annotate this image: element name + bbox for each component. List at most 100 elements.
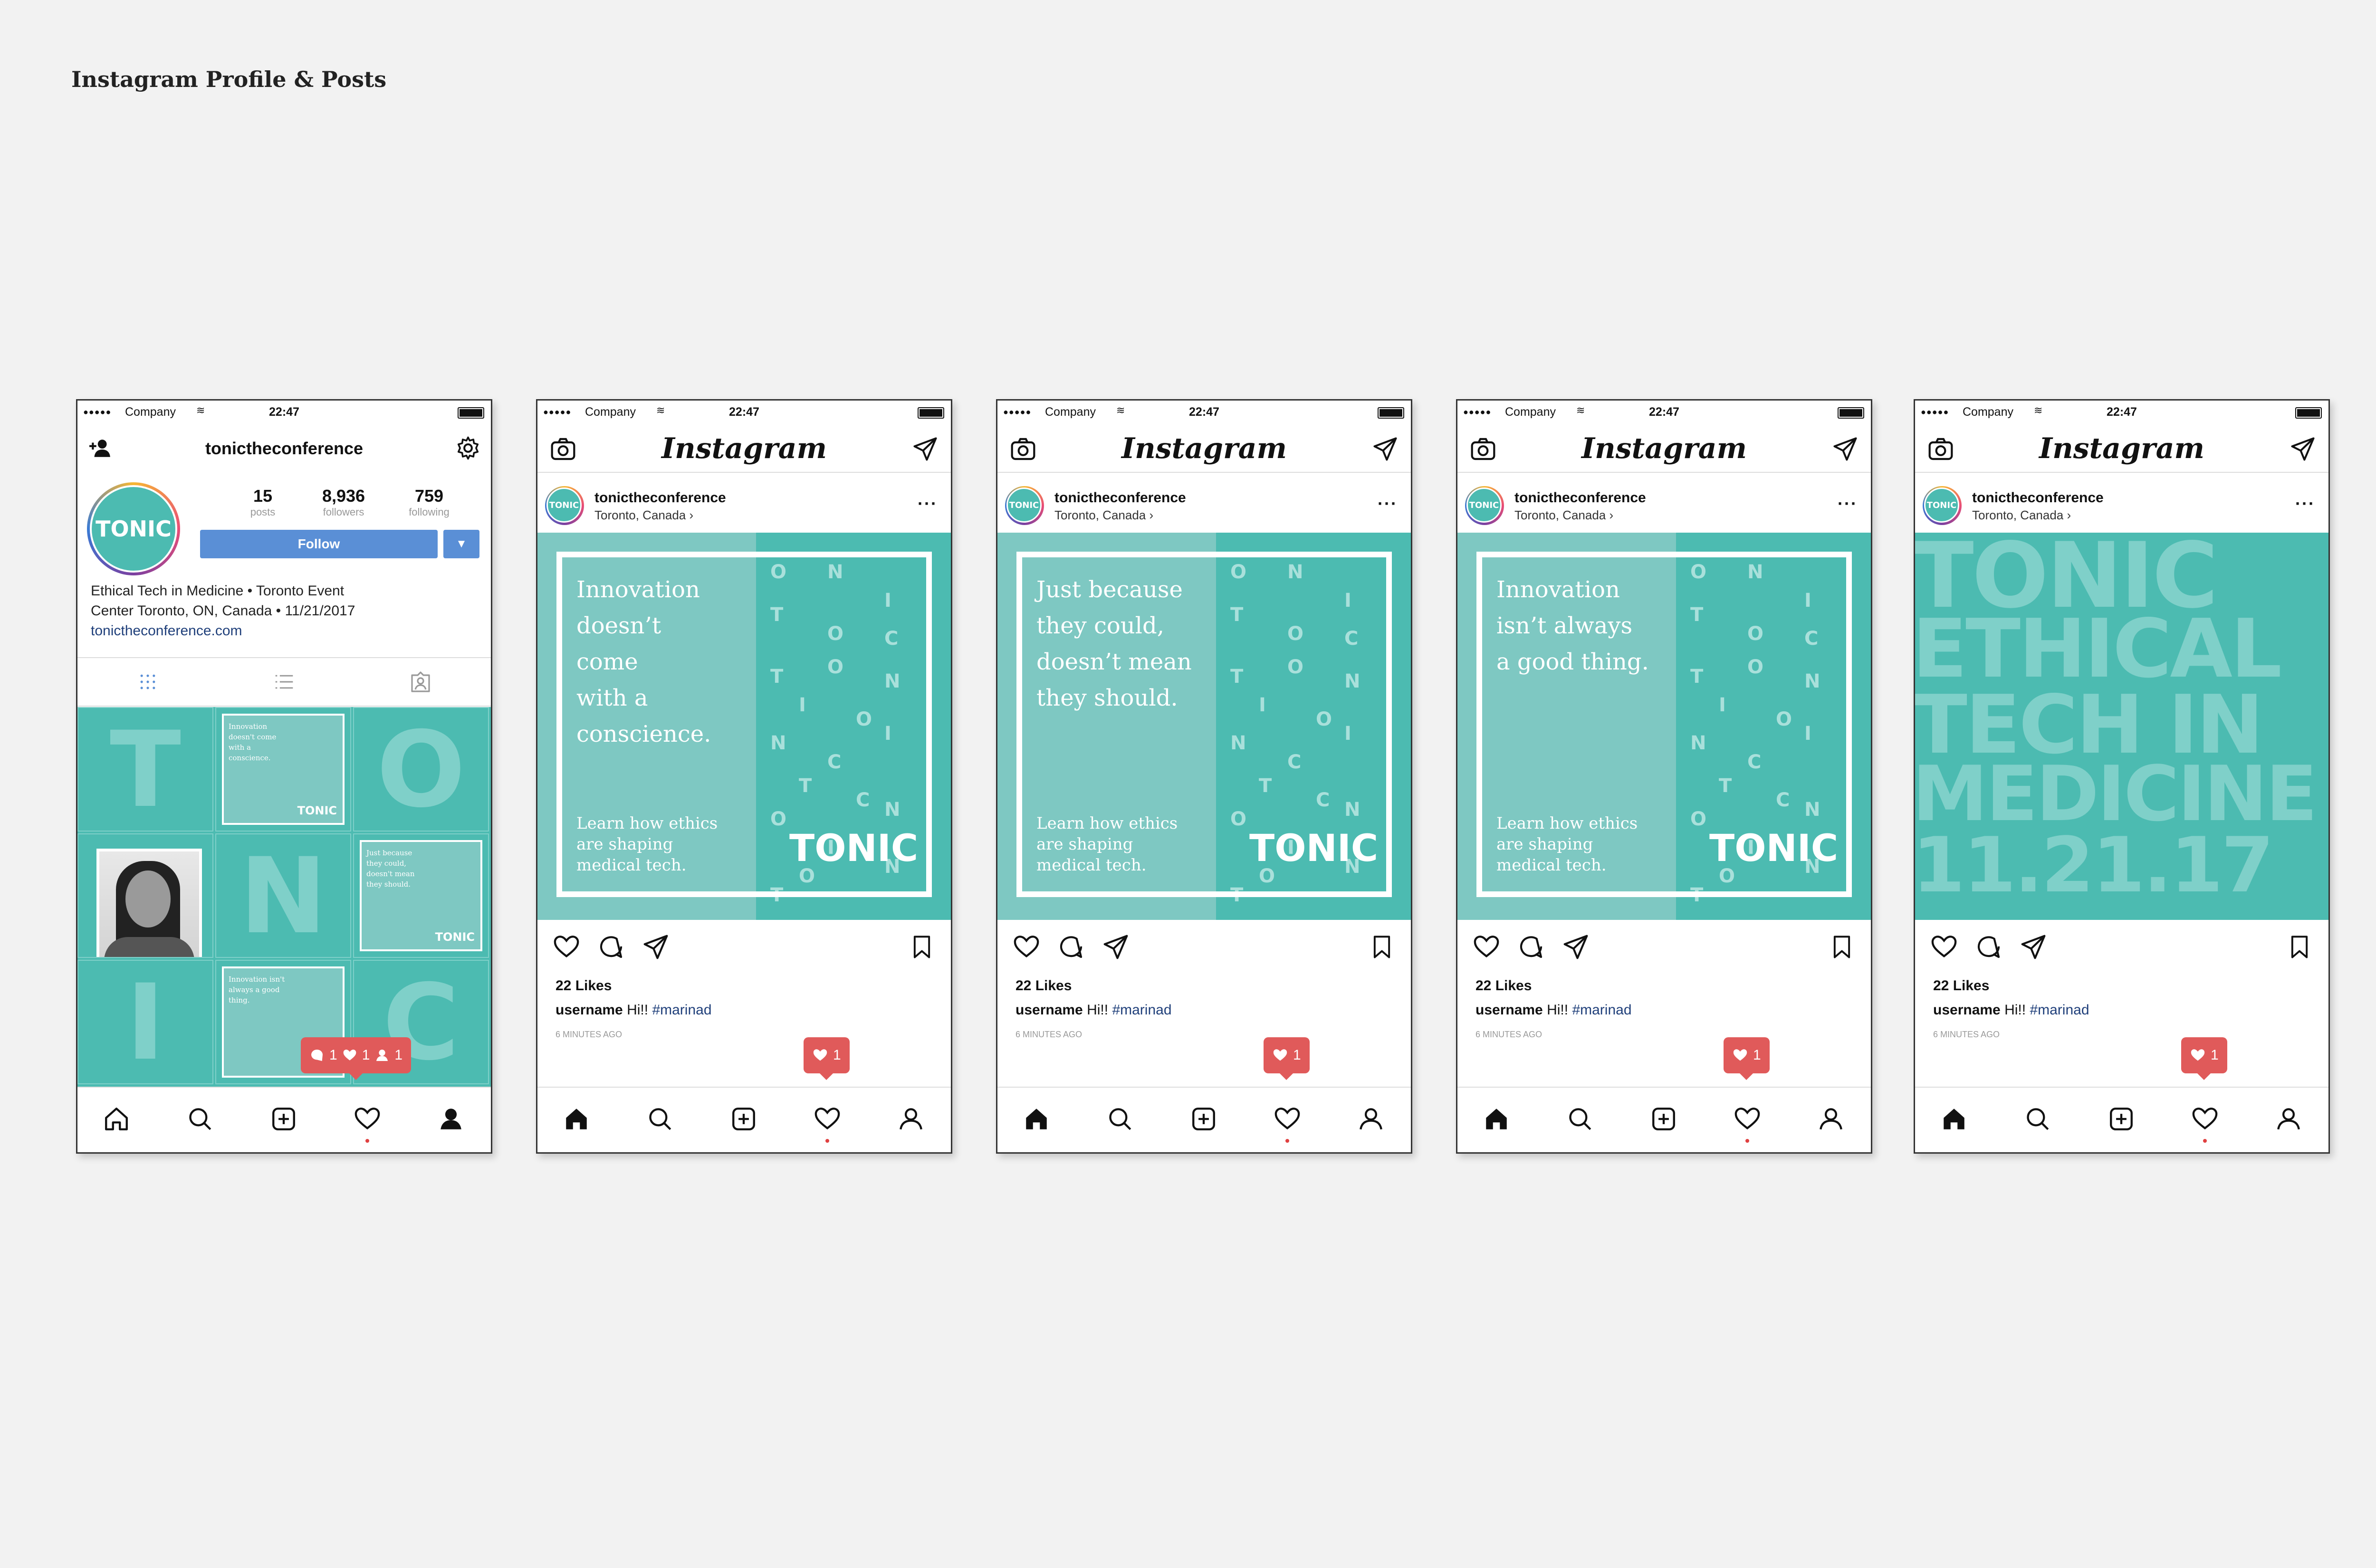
post-location[interactable]: Toronto, Canada › [1514,508,1613,523]
home-icon[interactable] [1481,1104,1512,1134]
profile-website-link[interactable]: tonictheconference.com [91,621,471,641]
like-heart-icon[interactable] [1929,932,1959,962]
caption-username[interactable]: username [1016,1002,1083,1018]
post-image[interactable]: O N I T O C T O N I O N I C T C O N I O N T Innovation doesn’t c… [537,533,951,920]
caption-hashtag[interactable]: #marinad [652,1002,711,1018]
bookmark-icon[interactable] [1367,932,1397,962]
grid-tile[interactable]: N [215,833,351,958]
grid-tile[interactable]: Just because they could, doesn't mean th… [353,833,489,958]
caption-hashtag[interactable]: #marinad [2030,1002,2089,1018]
profile-icon[interactable] [1816,1104,1846,1134]
caption-hashtag[interactable]: #marinad [1112,1002,1171,1018]
search-icon[interactable] [1565,1104,1595,1134]
post-location[interactable]: Toronto, Canada › [594,508,693,523]
add-post-icon[interactable] [1648,1104,1679,1134]
post-image[interactable]: TONIC ETHICAL TECH IN MEDICINE 11.21.17 [1915,533,2328,920]
tagged-view-icon[interactable] [407,669,434,695]
post-username[interactable]: tonictheconference [1514,490,1646,506]
more-options-icon[interactable]: ··· [1378,494,1398,514]
post-username[interactable]: tonictheconference [594,490,726,506]
post-username[interactable]: tonictheconference [1054,490,1186,506]
profile-icon[interactable] [2273,1104,2304,1134]
like-heart-icon[interactable] [1012,932,1041,962]
post-location[interactable]: Toronto, Canada › [1972,508,2071,523]
like-heart-icon[interactable] [552,932,581,962]
caption-username[interactable]: username [1933,1002,2001,1018]
post-avatar[interactable]: TONIC [1005,486,1044,525]
post-image[interactable]: O N I T O C T O N I O N I C T C O N I O N T Just because they c… [997,533,1411,920]
follow-dropdown-button[interactable]: ▼ [443,530,479,558]
search-icon[interactable] [185,1104,215,1134]
post-avatar[interactable]: TONIC [1923,486,1962,525]
caption-hashtag[interactable]: #marinad [1572,1002,1631,1018]
profile-icon[interactable] [436,1104,466,1134]
comment-icon[interactable] [1056,932,1086,962]
profile-icon[interactable] [896,1104,926,1134]
follow-button[interactable]: Follow [200,530,438,558]
comment-icon[interactable] [1516,932,1546,962]
search-icon[interactable] [2022,1104,2053,1134]
post-location[interactable]: Toronto, Canada › [1054,508,1153,523]
share-icon[interactable] [1101,932,1131,962]
post-avatar[interactable]: TONIC [1465,486,1504,525]
share-icon[interactable] [641,932,671,962]
search-icon[interactable] [645,1104,675,1134]
heart-icon[interactable] [1732,1104,1763,1134]
profile-icon[interactable] [1356,1104,1386,1134]
stat-followers[interactable]: 8,936 followers [296,486,391,518]
more-options-icon[interactable]: ··· [2295,494,2315,514]
home-icon[interactable] [1939,1104,1969,1134]
post-username[interactable]: tonictheconference [1972,490,2104,506]
share-icon[interactable] [1561,932,1590,962]
more-options-icon[interactable]: ··· [1838,494,1858,514]
profile-avatar[interactable]: TONIC [87,482,180,575]
add-post-icon[interactable] [1188,1104,1219,1134]
like-notification[interactable]: 1 [1264,1037,1310,1080]
direct-message-icon[interactable] [2289,435,2317,463]
stat-posts[interactable]: 15 posts [234,486,291,518]
caption-username[interactable]: username [1475,1002,1543,1018]
caption-username[interactable]: username [556,1002,623,1018]
heart-icon[interactable] [2190,1104,2220,1134]
comment-icon[interactable] [596,932,626,962]
add-post-icon[interactable] [728,1104,759,1134]
stat-following[interactable]: 759 following [391,486,467,518]
grid-tile[interactable]: Innovation doesn't come with a conscienc… [215,707,351,832]
like-notification[interactable]: 1 [804,1037,850,1080]
likes-count[interactable]: 22 Likes [1475,978,1532,994]
more-options-icon[interactable]: ··· [918,494,938,514]
share-icon[interactable] [2019,932,2048,962]
likes-count[interactable]: 22 Likes [556,978,612,994]
add-post-icon[interactable] [268,1104,299,1134]
search-icon[interactable] [1105,1104,1135,1134]
post-avatar[interactable]: TONIC [545,486,584,525]
activity-notification[interactable]: 1 1 1 [301,1037,412,1080]
heart-icon[interactable] [1272,1104,1303,1134]
add-post-icon[interactable] [2106,1104,2136,1134]
like-heart-icon[interactable] [1472,932,1501,962]
grid-view-icon[interactable] [134,669,161,695]
grid-tile-photo[interactable] [77,833,213,958]
like-notification[interactable]: 1 [2181,1037,2227,1080]
direct-message-icon[interactable] [1831,435,1859,463]
list-view-icon[interactable] [271,669,297,695]
bookmark-icon[interactable] [1827,932,1857,962]
comment-icon[interactable] [1974,932,2003,962]
bookmark-icon[interactable] [907,932,937,962]
likes-count[interactable]: 22 Likes [1933,978,1989,994]
grid-tile[interactable]: O [353,707,489,832]
home-icon[interactable] [101,1104,132,1134]
home-icon[interactable] [561,1104,592,1134]
post-image[interactable]: O N I T O C T O N I O N I C T C O N I O N T Innovation isn’t al… [1457,533,1871,920]
direct-message-icon[interactable] [911,435,939,463]
grid-tile[interactable]: I [77,960,213,1084]
like-notification[interactable]: 1 [1724,1037,1770,1080]
bookmark-icon[interactable] [2285,932,2314,962]
gear-icon[interactable] [454,434,482,462]
direct-message-icon[interactable] [1371,435,1399,463]
heart-icon[interactable] [352,1104,383,1134]
likes-count[interactable]: 22 Likes [1016,978,1072,994]
grid-tile[interactable]: T [77,707,213,832]
heart-icon[interactable] [812,1104,843,1134]
home-icon[interactable] [1021,1104,1052,1134]
